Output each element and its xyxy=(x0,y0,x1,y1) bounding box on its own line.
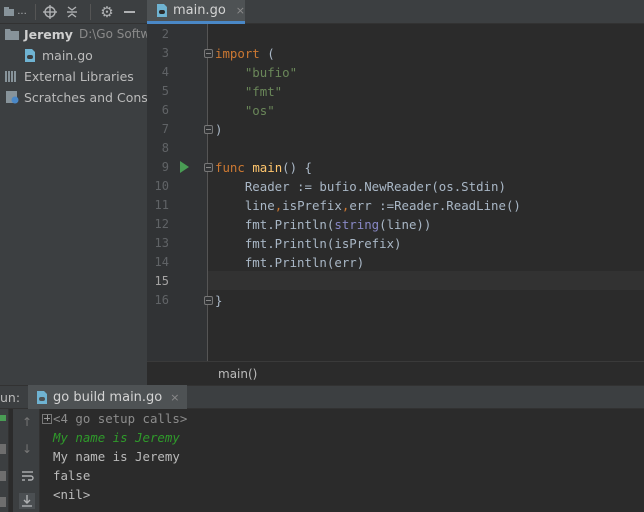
fold-marker[interactable] xyxy=(204,296,213,305)
view-selector[interactable]: ... xyxy=(0,0,30,24)
scroll-up-button[interactable]: ↑ xyxy=(19,414,35,430)
fold-marker[interactable] xyxy=(204,125,213,134)
console-input-line: My name is Jeremy xyxy=(53,430,180,445)
scratches-icon xyxy=(4,89,20,105)
run-panel-label: un: xyxy=(0,389,21,405)
code-line-4: "bufio" xyxy=(244,65,298,80)
tree-item-external-libraries[interactable]: External Libraries xyxy=(4,66,134,86)
minimize-icon xyxy=(123,10,135,13)
project-path: D:\Go Softwa xyxy=(78,27,147,41)
tab-main-go[interactable]: main.go × xyxy=(147,0,245,24)
go-file-icon xyxy=(22,47,38,63)
crosshair-icon xyxy=(43,4,57,19)
console-output[interactable]: <4 go setup calls> My name is Jeremy My … xyxy=(40,409,644,512)
arrow-up-icon: ↑ xyxy=(21,415,33,429)
console-output-line: false xyxy=(53,468,91,483)
scroll-to-end-button[interactable] xyxy=(19,493,35,509)
run-panel-header: un: go build main.go × xyxy=(0,385,644,409)
gear-icon: ⚙ xyxy=(100,2,114,21)
line-number: 13 xyxy=(154,236,169,250)
console-output-line: My name is Jeremy xyxy=(53,449,180,464)
breadcrumb: main() xyxy=(147,361,644,385)
line-number: 9 xyxy=(161,160,169,174)
code-line-5: "fmt" xyxy=(244,84,283,99)
tree-item-main-go[interactable]: main.go xyxy=(22,45,93,65)
tree-item-scratches[interactable]: Scratches and Consol xyxy=(4,87,147,107)
scroll-to-end-icon xyxy=(22,495,32,507)
hide-panel-button[interactable] xyxy=(118,0,140,24)
code-line-11: line,isPrefix,err :=Reader.ReadLine() xyxy=(215,198,521,213)
soft-wrap-icon xyxy=(21,471,34,481)
pause-icon[interactable] xyxy=(0,471,6,481)
rerun-icon[interactable] xyxy=(0,415,6,421)
run-tab-label: go build main.go xyxy=(53,389,163,405)
line-number: 8 xyxy=(161,141,169,155)
go-file-icon xyxy=(37,390,47,404)
tree-item-project[interactable]: Jeremy D:\Go Softwa xyxy=(4,24,147,44)
code-line-10: Reader := bufio.NewReader(os.Stdin) xyxy=(215,179,506,194)
dump-threads-icon[interactable] xyxy=(0,497,6,507)
external-libraries-label: External Libraries xyxy=(24,68,134,84)
stop-icon[interactable] xyxy=(0,444,6,454)
code-editor[interactable]: 2 3 4 5 6 7 8 9 10 11 12 13 14 15 16 imp… xyxy=(147,24,644,361)
line-number: 5 xyxy=(161,84,169,98)
line-number: 2 xyxy=(161,27,169,41)
soft-wrap-button[interactable] xyxy=(19,468,35,484)
line-number: 7 xyxy=(161,122,169,136)
project-view-icon xyxy=(4,6,15,16)
line-number: 6 xyxy=(161,103,169,117)
code-line-14: fmt.Println(err) xyxy=(215,255,365,270)
close-run-tab-icon[interactable]: × xyxy=(170,391,179,404)
code-line-9: func main() { xyxy=(215,160,312,175)
project-name: Jeremy xyxy=(24,26,73,42)
code-line-6: "os" xyxy=(244,103,275,118)
line-number: 14 xyxy=(154,255,169,269)
run-toolbar-primary xyxy=(0,409,9,512)
console-setup-calls[interactable]: <4 go setup calls> xyxy=(53,409,187,428)
code-line-13: fmt.Println(isPrefix) xyxy=(215,236,402,251)
line-number: 16 xyxy=(154,293,169,307)
expand-icon[interactable] xyxy=(42,414,52,424)
line-number: 3 xyxy=(161,46,169,60)
arrow-down-icon: ↓ xyxy=(21,442,33,456)
code-line-7: ) xyxy=(215,122,223,137)
toolbar-divider xyxy=(35,3,36,20)
locate-button[interactable] xyxy=(41,0,59,24)
file-label: main.go xyxy=(42,47,93,63)
line-number: 10 xyxy=(154,179,169,193)
editor-tab-bar: main.go × xyxy=(147,0,644,24)
project-toolbar: ... ⚙ xyxy=(0,0,147,24)
code-content[interactable]: import ( "bufio" "fmt" "os" ) func main(… xyxy=(215,24,521,308)
line-number: 4 xyxy=(161,65,169,79)
tab-label: main.go xyxy=(172,3,226,18)
line-number: 11 xyxy=(154,198,169,212)
go-file-icon xyxy=(156,4,167,17)
toolbar-divider xyxy=(90,3,91,20)
scroll-down-button[interactable]: ↓ xyxy=(19,441,35,457)
collapse-icon xyxy=(67,5,77,18)
fold-marker[interactable] xyxy=(204,49,213,58)
line-number: 12 xyxy=(154,217,169,231)
project-tree: Jeremy D:\Go Softwa main.go External Lib… xyxy=(0,24,147,385)
code-line-16: } xyxy=(215,293,223,308)
fold-marker[interactable] xyxy=(204,163,213,172)
settings-button[interactable]: ⚙ xyxy=(96,0,118,24)
gutter: 2 3 4 5 6 7 8 9 10 11 12 13 14 15 16 xyxy=(147,24,208,361)
run-toolbar-secondary: ↑ ↓ xyxy=(13,409,40,512)
current-line-highlight xyxy=(147,271,644,290)
line-number-current: 15 xyxy=(154,274,169,288)
scratches-label: Scratches and Consol xyxy=(24,89,147,105)
close-tab-icon[interactable]: × xyxy=(236,4,245,17)
run-gutter-icon[interactable] xyxy=(180,161,189,173)
console-output-line: <nil> xyxy=(53,487,91,502)
breadcrumb-item-main[interactable]: main() xyxy=(218,367,257,381)
tab-go-build-main[interactable]: go build main.go × xyxy=(28,385,188,409)
folder-icon xyxy=(4,26,20,42)
library-icon xyxy=(4,68,20,84)
code-line-12: fmt.Println(string(line)) xyxy=(215,217,432,232)
code-line-3: import ( xyxy=(215,46,275,61)
collapse-all-button[interactable] xyxy=(59,0,85,24)
